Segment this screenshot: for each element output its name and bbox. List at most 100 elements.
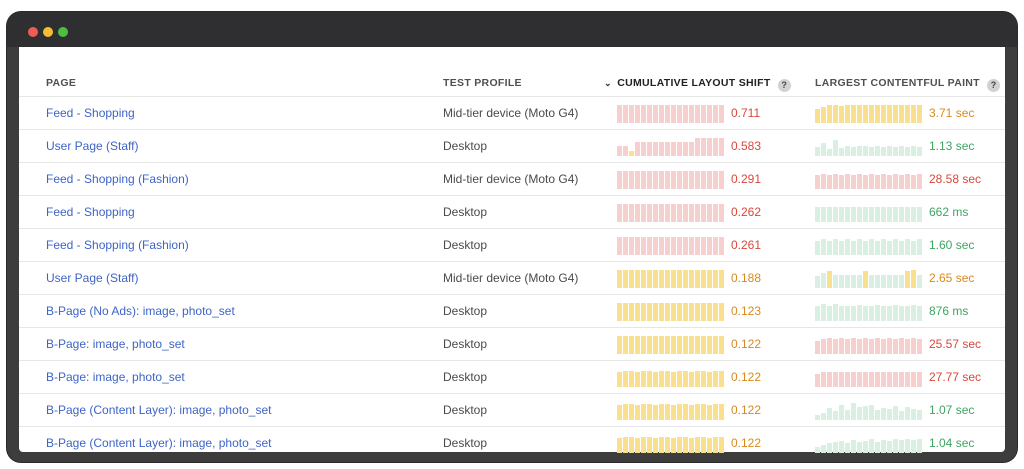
cls-sparkline-bar	[653, 372, 658, 387]
test-profile: Desktop	[443, 337, 488, 351]
lcp-sparkline-bar	[863, 175, 868, 189]
cls-sparkline-bar	[647, 171, 652, 189]
cls-sparkline-bar	[719, 270, 724, 288]
page-link[interactable]: B-Page: image, photo_set	[46, 361, 185, 394]
cls-sparkline-bar	[629, 336, 634, 354]
lcp-sparkline-bar	[905, 271, 910, 288]
lcp-sparkline-bar	[911, 270, 916, 288]
table-row[interactable]: Feed - Shopping (Fashion) Mid-tier device…	[19, 163, 1005, 196]
cls-sparkline-bar	[701, 204, 706, 222]
table-row[interactable]: B-Page (Content Layer): image, photo_set…	[19, 427, 1005, 460]
cls-sparkline-bar	[629, 171, 634, 189]
lcp-sparkline-bar	[851, 207, 856, 222]
lcp-sparkline-bar	[851, 306, 856, 321]
lcp-sparkline	[815, 369, 923, 387]
page-link[interactable]: B-Page (Content Layer): image, photo_set	[46, 394, 271, 427]
close-window-button[interactable]	[28, 27, 38, 37]
table-row[interactable]: User Page (Staff) Mid-tier device (Moto G…	[19, 262, 1005, 295]
question-circle-icon[interactable]: ?	[777, 79, 791, 92]
lcp-sparkline-bar	[839, 441, 844, 453]
lcp-sparkline-bar	[917, 275, 922, 288]
question-circle-icon[interactable]: ?	[987, 79, 1001, 92]
cls-sparkline-bar	[653, 171, 658, 189]
cls-sparkline-bar	[647, 371, 652, 387]
page-link[interactable]: User Page (Staff)	[46, 130, 138, 163]
cls-sparkline-bar	[635, 237, 640, 255]
lcp-value: 1.04 sec	[929, 436, 975, 450]
cls-sparkline-bar	[695, 404, 700, 420]
column-header-cls[interactable]: ⌄ CUMULATIVE LAYOUT SHIFT ?	[604, 77, 791, 92]
lcp-sparkline-bar	[833, 140, 838, 156]
cls-sparkline-bar	[719, 437, 724, 453]
lcp-sparkline-bar	[917, 339, 922, 354]
cls-sparkline-bar	[653, 204, 658, 222]
lcp-sparkline-bar	[875, 410, 880, 420]
lcp-sparkline-bar	[905, 306, 910, 321]
table-row[interactable]: B-Page: image, photo_set Desktop 0.122 25.5…	[19, 328, 1005, 361]
lcp-sparkline-bar	[851, 275, 856, 288]
table-row[interactable]: Feed - Shopping (Fashion) Desktop 0.261 1.6…	[19, 229, 1005, 262]
table-row[interactable]: Feed - Shopping Mid-tier device (Moto G4)…	[19, 97, 1005, 130]
lcp-sparkline-bar	[821, 143, 826, 156]
cls-sparkline	[617, 204, 725, 222]
lcp-sparkline-bar	[815, 207, 820, 222]
lcp-sparkline-bar	[815, 341, 820, 354]
cls-sparkline-bar	[617, 438, 622, 453]
page-link[interactable]: B-Page (Content Layer): image, photo_set	[46, 427, 271, 460]
cls-sparkline-bar	[635, 303, 640, 321]
cls-sparkline	[617, 237, 725, 255]
cls-sparkline	[617, 435, 725, 453]
lcp-sparkline	[815, 171, 923, 189]
table-row[interactable]: Feed - Shopping Desktop 0.262 662 ms	[19, 196, 1005, 229]
lcp-sparkline-bar	[899, 105, 904, 123]
page-link[interactable]: B-Page (No Ads): image, photo_set	[46, 295, 235, 328]
lcp-sparkline-bar	[899, 241, 904, 255]
cls-sparkline-bar	[683, 336, 688, 354]
lcp-sparkline-bar	[821, 339, 826, 354]
cls-sparkline-bar	[617, 303, 622, 321]
cls-value: 0.122	[731, 403, 762, 417]
lcp-sparkline-bar	[869, 239, 874, 255]
column-header-lcp[interactable]: LARGEST CONTENTFUL PAINT ?	[815, 77, 1001, 92]
lcp-sparkline-bar	[821, 445, 826, 453]
lcp-sparkline-bar	[821, 239, 826, 255]
cls-sparkline-bar	[701, 303, 706, 321]
lcp-sparkline-bar	[833, 275, 838, 288]
minimize-window-button[interactable]	[43, 27, 53, 37]
lcp-sparkline-bar	[911, 440, 916, 453]
cls-sparkline-bar	[701, 270, 706, 288]
cls-sparkline-bar	[701, 171, 706, 189]
page-link[interactable]: User Page (Staff)	[46, 262, 138, 295]
lcp-sparkline-bar	[827, 306, 832, 321]
lcp-sparkline-bar	[881, 275, 886, 288]
test-profile: Desktop	[443, 370, 488, 384]
lcp-sparkline-bar	[899, 440, 904, 453]
column-header-page[interactable]: PAGE	[46, 77, 76, 89]
page-link[interactable]: Feed - Shopping (Fashion)	[46, 229, 189, 262]
cls-value: 0.583	[731, 139, 762, 153]
column-header-test-profile[interactable]: TEST PROFILE	[443, 77, 522, 89]
maximize-window-button[interactable]	[58, 27, 68, 37]
cls-sparkline-bar	[689, 270, 694, 288]
cls-sparkline-bar	[707, 204, 712, 222]
lcp-sparkline-bar	[839, 372, 844, 387]
cls-sparkline-bar	[707, 237, 712, 255]
cls-sparkline-bar	[665, 105, 670, 123]
cls-sparkline-bar	[659, 270, 664, 288]
lcp-sparkline-bar	[887, 306, 892, 321]
cls-sparkline-bar	[659, 105, 664, 123]
table-row[interactable]: User Page (Staff) Desktop 0.583 1.13 sec	[19, 130, 1005, 163]
lcp-sparkline-bar	[839, 338, 844, 354]
cls-sparkline-bar	[653, 438, 658, 453]
page-link[interactable]: Feed - Shopping	[46, 196, 135, 229]
page-link[interactable]: B-Page: image, photo_set	[46, 328, 185, 361]
table-row[interactable]: B-Page (Content Layer): image, photo_set…	[19, 394, 1005, 427]
cls-sparkline-bar	[641, 404, 646, 420]
page-link[interactable]: Feed - Shopping (Fashion)	[46, 163, 189, 196]
lcp-value: 25.57 sec	[929, 337, 982, 351]
cls-sparkline-bar	[653, 336, 658, 354]
page-link[interactable]: Feed - Shopping	[46, 97, 135, 130]
table-row[interactable]: B-Page: image, photo_set Desktop 0.122 27.7…	[19, 361, 1005, 394]
lcp-sparkline-bar	[905, 439, 910, 453]
table-row[interactable]: B-Page (No Ads): image, photo_set Desktop…	[19, 295, 1005, 328]
